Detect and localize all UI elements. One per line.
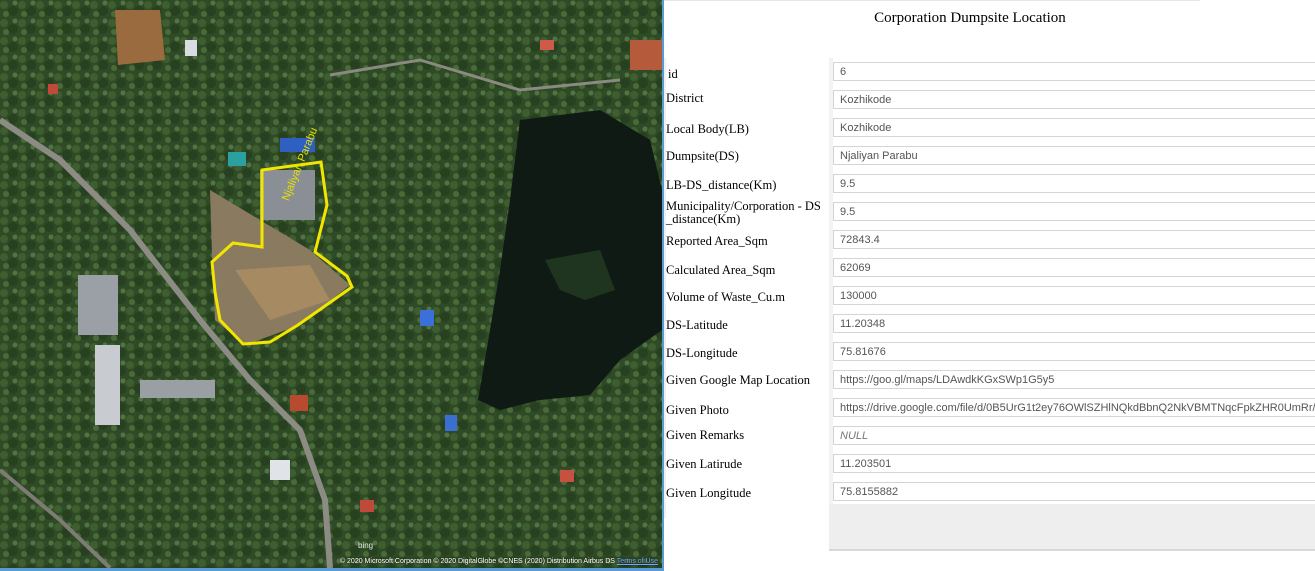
field-label: Given Google Map Location: [666, 373, 811, 387]
field-value-google-map-location[interactable]: https://goo.gl/maps/LDAwdkKGxSWp1G5y5: [833, 370, 1315, 389]
field-value-given-photo[interactable]: https://drive.google.com/file/d/0B5UrG1t…: [833, 398, 1315, 417]
field-value-given-longitude[interactable]: 75.8155882: [833, 482, 1315, 501]
info-panel: Corporation Dumpsite Location id 6 Distr…: [664, 0, 1315, 571]
field-value-given-latitude[interactable]: 11.203501: [833, 454, 1315, 473]
bing-logo: bing: [358, 541, 374, 550]
title-bar: [664, 0, 1200, 59]
panel-footer-block: [829, 504, 1315, 551]
satellite-imagery: [0, 0, 662, 568]
field-value-calculated-area[interactable]: 62069: [833, 258, 1315, 277]
field-label: Volume of Waste_Cu.m: [666, 290, 786, 304]
field-label: Given Remarks: [666, 428, 745, 442]
field-value-ds-longitude[interactable]: 75.81676: [833, 342, 1315, 361]
satellite-map[interactable]: Njaliyan Parabu bing © 2020 Microsoft Co…: [0, 0, 662, 568]
field-value-dumpsite[interactable]: Njaliyan Parabu: [833, 146, 1315, 165]
field-label: Reported Area_Sqm: [666, 234, 768, 248]
panel-title: Corporation Dumpsite Location: [874, 10, 1066, 26]
field-value-id[interactable]: 6: [833, 62, 1315, 81]
field-label: Calculated Area_Sqm: [666, 263, 776, 277]
field-label: Local Body(LB): [666, 122, 749, 136]
attribution-text: © 2020 Microsoft Corporation © 2020 Digi…: [339, 558, 615, 565]
terms-of-use-link[interactable]: Terms of Use: [617, 558, 658, 565]
field-label: Dumpsite(DS): [666, 149, 739, 163]
field-value-reported-area[interactable]: 72843.4: [833, 230, 1315, 249]
map-attribution: © 2020 Microsoft Corporation © 2020 Digi…: [340, 558, 658, 565]
field-value-volume-waste[interactable]: 130000: [833, 286, 1315, 305]
field-label: Given Longitude: [666, 486, 752, 500]
field-value-corp-ds-distance[interactable]: 9.5: [833, 202, 1315, 221]
field-label: DS-Longitude: [666, 346, 738, 360]
field-label: District: [666, 91, 704, 105]
field-label: Given Latirude: [666, 457, 743, 471]
field-value-ds-latitude[interactable]: 11.20348: [833, 314, 1315, 333]
field-value-local-body[interactable]: Kozhikode: [833, 118, 1315, 137]
field-value-district[interactable]: Kozhikode: [833, 90, 1315, 109]
field-label: LB-DS_distance(Km): [666, 178, 777, 192]
field-label: Given Photo: [666, 403, 729, 417]
field-label: id: [668, 67, 678, 81]
field-label: Municipality/Corporation - DS _distance(…: [666, 199, 821, 226]
field-label: DS-Latitude: [666, 318, 728, 332]
field-value-lb-ds-distance[interactable]: 9.5: [833, 174, 1315, 193]
field-value-given-remarks[interactable]: NULL: [833, 426, 1315, 445]
